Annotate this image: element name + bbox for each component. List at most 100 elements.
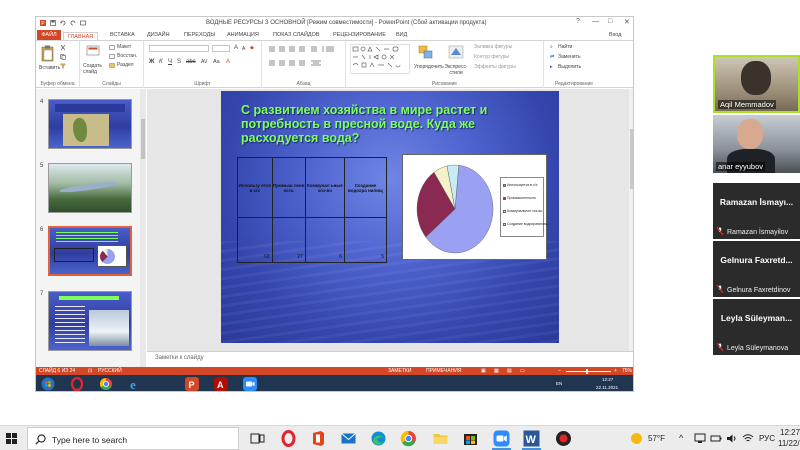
save-icon[interactable] xyxy=(50,20,56,26)
participant-video-tile[interactable]: Aqil Memmadov xyxy=(713,55,800,113)
thumbnails-scrollbar[interactable] xyxy=(140,89,146,367)
office-icon[interactable] xyxy=(310,430,327,447)
edge-icon[interactable] xyxy=(370,430,387,447)
tab-transitions[interactable]: ПЕРЕХОДЫ xyxy=(184,32,215,38)
tab-view[interactable]: ВИД xyxy=(396,32,407,38)
shape-effects-button[interactable]: Эффекты фигуры xyxy=(474,64,516,70)
close-button[interactable]: ✕ xyxy=(624,18,630,26)
select-button[interactable]: Выделить xyxy=(558,64,581,70)
remote-clock-time[interactable]: 12:27 xyxy=(602,377,613,382)
paste-icon[interactable] xyxy=(41,45,54,62)
change-case-icon[interactable]: Aa xyxy=(213,59,220,65)
keyboard-language[interactable]: РУС xyxy=(759,434,775,443)
task-view-icon[interactable] xyxy=(249,430,266,447)
reading-view-icon[interactable]: ▤ xyxy=(507,368,512,374)
slideshow-view-icon[interactable]: ▭ xyxy=(520,368,525,374)
slide-thumbnail[interactable] xyxy=(48,163,132,213)
shrink-font-icon[interactable]: A xyxy=(242,46,245,52)
tab-slideshow[interactable]: ПОКАЗ СЛАЙДОВ xyxy=(273,32,320,38)
opera-icon[interactable] xyxy=(280,430,297,447)
weather-temperature[interactable]: 57°F xyxy=(648,434,665,443)
remote-chrome-icon[interactable] xyxy=(99,377,113,391)
zoom-in-icon[interactable]: + xyxy=(614,368,617,374)
slide-thumbnail[interactable] xyxy=(48,291,132,351)
tab-file[interactable]: ФАЙЛ xyxy=(37,30,61,40)
minimize-button[interactable]: — xyxy=(592,18,599,25)
mail-icon[interactable] xyxy=(340,430,357,447)
tab-design[interactable]: ДИЗАЙН xyxy=(147,32,170,38)
weather-sun-icon[interactable] xyxy=(630,432,643,445)
redo-icon[interactable] xyxy=(70,20,76,26)
find-icon[interactable]: ⌕ xyxy=(550,44,553,50)
network-icon[interactable] xyxy=(694,433,706,444)
font-size-select[interactable] xyxy=(212,45,230,52)
zoom-app-icon[interactable] xyxy=(493,430,510,447)
slideshow-start-icon[interactable] xyxy=(80,20,86,26)
slide-canvas[interactable]: С развитием хозяйства в мире растет и по… xyxy=(221,91,559,343)
pie-chart-box[interactable]: Используется в с/х Промышленность Коммун… xyxy=(402,154,548,260)
arrange-button[interactable]: Упорядочить xyxy=(414,64,444,70)
layout-button[interactable]: Макет xyxy=(117,44,131,50)
maximize-button[interactable]: □ xyxy=(608,18,612,25)
help-button[interactable]: ? xyxy=(576,18,580,25)
tab-insert[interactable]: ВСТАВКА xyxy=(110,32,135,38)
slide-table[interactable]: Использу ется в с/х Промыш ленн ость Ком… xyxy=(237,157,388,263)
store-icon[interactable] xyxy=(462,430,479,447)
windows-start-icon[interactable] xyxy=(6,433,17,444)
paste-button[interactable]: Вставить xyxy=(39,65,60,71)
undo-icon[interactable] xyxy=(60,20,66,26)
spellcheck-icon[interactable]: ⊡ xyxy=(88,368,92,374)
remote-pdf-icon[interactable]: A xyxy=(214,377,228,391)
participant-tile[interactable]: Leyla Süleyman... Leyla Süleymanova xyxy=(713,299,800,355)
remote-powerpoint-icon[interactable]: P xyxy=(185,377,199,391)
tray-overflow-icon[interactable]: ^ xyxy=(679,433,683,443)
language-indicator[interactable]: РУССКИЙ xyxy=(98,368,122,374)
clear-formatting-icon[interactable]: ◆ xyxy=(250,45,254,51)
zoom-slider[interactable] xyxy=(566,371,611,372)
remote-opera-icon[interactable] xyxy=(70,377,84,391)
strikethrough-icon[interactable]: abc xyxy=(186,59,196,65)
tab-review[interactable]: РЕЦЕНЗИРОВАНИЕ xyxy=(333,32,386,38)
tab-animation[interactable]: АНИМАЦИЯ xyxy=(227,32,259,38)
remote-zoom-icon[interactable] xyxy=(243,377,257,391)
word-icon[interactable]: W xyxy=(523,430,540,447)
find-button[interactable]: Найти xyxy=(558,44,572,50)
clock-date[interactable]: 11/22/ xyxy=(778,439,800,448)
volume-icon[interactable] xyxy=(726,433,738,444)
notes-toggle[interactable]: ЗАМЕТКИ xyxy=(388,368,411,374)
new-slide-icon[interactable] xyxy=(86,45,100,60)
format-painter-icon[interactable] xyxy=(60,63,66,69)
remote-clock-date[interactable]: 22.11.2021 xyxy=(596,385,618,390)
char-spacing-icon[interactable]: AV xyxy=(201,59,207,65)
zoom-out-icon[interactable]: − xyxy=(558,368,561,374)
participant-tile[interactable]: Gelnura Faxretd... Gelnura Faxretdinov xyxy=(713,241,800,297)
replace-button[interactable]: Заменить xyxy=(558,54,580,60)
font-color-icon[interactable]: A xyxy=(226,59,230,65)
clock-time[interactable]: 12:27 xyxy=(780,428,800,437)
slide-title[interactable]: С развитием хозяйства в мире растет и по… xyxy=(241,103,541,145)
battery-icon[interactable] xyxy=(710,433,722,444)
select-icon[interactable]: ▸ xyxy=(550,64,553,70)
chrome-icon[interactable] xyxy=(400,430,417,447)
normal-view-icon[interactable]: ▣ xyxy=(481,368,486,374)
sign-in-link[interactable]: Вход xyxy=(609,32,621,38)
slide-scrollbar[interactable] xyxy=(629,89,633,351)
zoom-slider-knob[interactable] xyxy=(586,369,588,374)
file-explorer-icon[interactable] xyxy=(432,430,449,447)
recording-icon[interactable] xyxy=(555,430,572,447)
slide-scrollbar-thumb[interactable] xyxy=(630,129,633,189)
participant-tile[interactable]: Ramazan İsmayı... Ramazan İsmayilov xyxy=(713,183,800,239)
shadow-icon[interactable]: S xyxy=(177,59,181,65)
shapes-gallery-icon[interactable] xyxy=(350,44,410,74)
wifi-icon[interactable] xyxy=(742,433,754,444)
new-slide-button[interactable]: Создать слайд xyxy=(83,63,107,75)
participant-video-tile[interactable]: anar eyyubov xyxy=(713,115,800,173)
quick-styles-button[interactable]: Экспресс-стили xyxy=(442,64,470,76)
zoom-level[interactable]: 75% xyxy=(622,368,632,374)
paragraph-tools-icon[interactable] xyxy=(268,45,338,73)
thumbnails-scrollbar-thumb[interactable] xyxy=(141,119,145,159)
font-name-select[interactable] xyxy=(149,45,209,52)
remote-language[interactable]: EN xyxy=(556,381,562,386)
copy-icon[interactable] xyxy=(60,54,66,60)
shape-outline-button[interactable]: Контур фигуры xyxy=(474,54,509,60)
